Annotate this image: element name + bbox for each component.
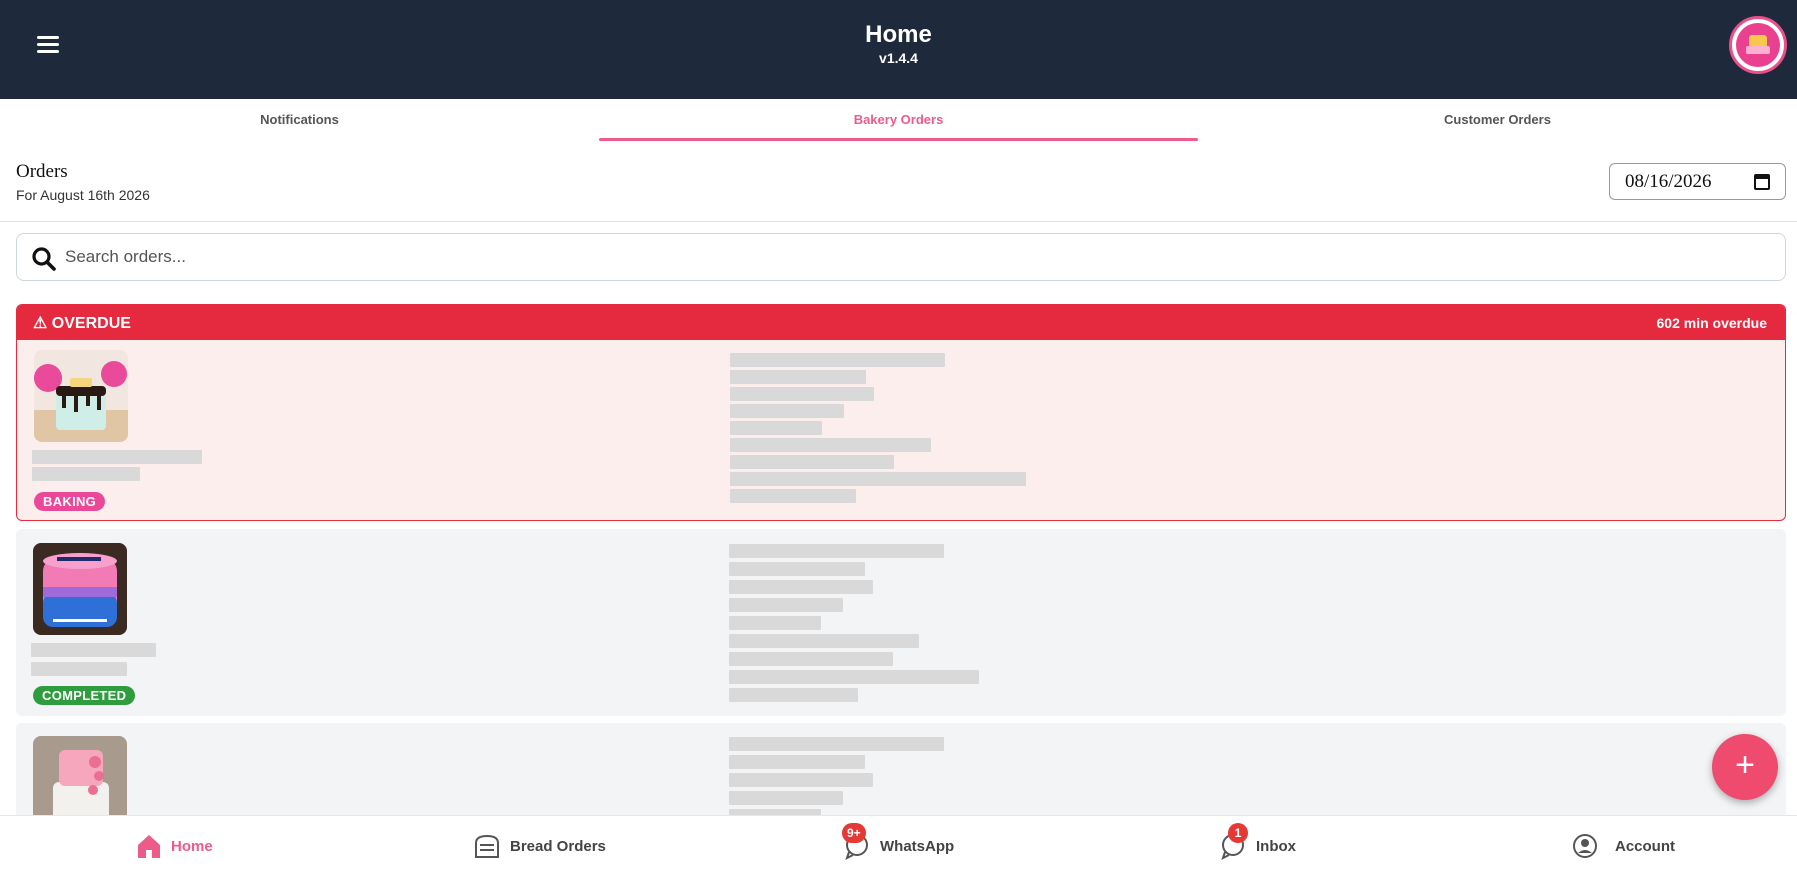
tab-notifications[interactable]: Notifications [0,99,599,141]
placeholder-line [730,455,894,469]
nav-inbox-label: Inbox [1256,837,1296,855]
search-bar [16,233,1786,281]
placeholder-line [730,472,1026,486]
header-title-block: Home v1.4.4 [0,20,1797,67]
placeholder-line [729,652,893,666]
nav-home[interactable]: Home [135,831,213,861]
nav-bread-orders-label: Bread Orders [510,837,606,855]
nav-whatsapp[interactable]: 9+ WhatsApp [842,823,955,861]
orders-title: Orders [16,161,68,182]
nav-inbox[interactable]: 1 Inbox [1218,823,1296,861]
date-value: 08/16/2026 [1625,170,1712,192]
nav-whatsapp-label: WhatsApp [880,837,955,855]
placeholder-line [730,353,945,367]
app-version: v1.4.4 [879,50,918,66]
placeholder-line [729,670,979,684]
placeholder-line [729,634,919,648]
placeholder-line [729,755,865,769]
avatar[interactable] [1729,16,1787,74]
placeholder-line [730,421,822,435]
inbox-count-badge: 1 [1228,823,1248,843]
add-order-button[interactable]: + [1712,734,1778,800]
whatsapp-count-badge: 9+ [842,823,866,843]
tab-bakery-orders[interactable]: Bakery Orders [599,99,1198,141]
order-card[interactable]: COMPLETED [16,529,1786,716]
status-badge: BAKING [34,492,106,511]
orders-subtitle: For August 16th 2026 [16,187,150,203]
home-icon [138,835,160,858]
overdue-time: 602 min overdue [1656,315,1768,331]
nav-bread-orders[interactable]: Bread Orders [472,831,606,861]
placeholder-line [729,580,873,594]
bottom-nav: Home Bread Orders 9+ WhatsApp 1 Inbox Ac… [0,815,1797,875]
overdue-banner: ⚠ OVERDUE 602 min overdue [17,305,1785,340]
placeholder-line [729,737,944,751]
overdue-label: ⚠ OVERDUE [33,315,131,332]
account-icon [1573,834,1597,858]
placeholder-line [730,404,844,418]
app-header: Home v1.4.4 [0,0,1797,99]
placeholder-line [32,467,140,481]
order-image[interactable] [34,350,128,442]
orders-header: Orders For August 16th 2026 08/16/2026 [0,141,1797,222]
placeholder-line [729,791,843,805]
tab-bar: Notifications Bakery Orders Customer Ord… [0,99,1797,141]
placeholder-line [32,450,202,464]
bread-icon [475,834,499,858]
placeholder-line [729,562,865,576]
nav-account[interactable]: Account [1571,831,1675,861]
placeholder-line [31,662,127,676]
order-image[interactable] [33,736,127,823]
placeholder-line [730,387,874,401]
tab-customer-orders[interactable]: Customer Orders [1198,99,1797,141]
order-image[interactable] [33,543,127,635]
placeholder-line [730,489,856,503]
order-card[interactable] [16,723,1786,823]
placeholder-line [729,688,858,702]
search-icon [32,247,56,271]
page-title: Home [865,21,932,48]
calendar-icon[interactable] [1754,173,1770,190]
search-input[interactable] [65,242,1665,272]
placeholder-line [729,773,873,787]
nav-account-label: Account [1615,837,1675,855]
placeholder-line [730,370,866,384]
placeholder-line [730,438,931,452]
date-picker[interactable]: 08/16/2026 [1609,163,1786,200]
placeholder-line [31,643,156,657]
placeholder-line [729,598,843,612]
placeholder-line [729,616,821,630]
status-badge: COMPLETED [33,686,136,705]
order-card[interactable]: ⚠ OVERDUE 602 min overdue BAKING [16,304,1786,521]
placeholder-line [729,544,944,558]
nav-home-label: Home [171,837,213,855]
